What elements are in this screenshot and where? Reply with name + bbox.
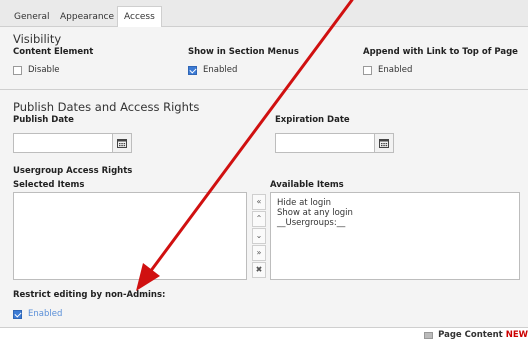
tab-bar: General Appearance Access [0, 0, 528, 28]
disable-checkbox-label: Disable [28, 65, 60, 75]
page-content-footer[interactable]: Page Content NEW [424, 330, 528, 340]
append-link-checkbox-label: Enabled [378, 65, 413, 75]
publish-title: Publish Dates and Access Rights [13, 100, 200, 114]
usergroup-title: Usergroup Access Rights [13, 166, 133, 176]
restrict-editing-checkbox[interactable] [13, 309, 22, 319]
restrict-editing-checkbox-label: Enabled [28, 309, 63, 319]
available-item[interactable]: Hide at login [271, 198, 519, 208]
selected-items-label: Selected Items [13, 180, 85, 190]
disable-checkbox-row[interactable]: Disable [13, 65, 60, 75]
show-in-menus-checkbox[interactable] [188, 65, 197, 75]
expiration-date-label: Expiration Date [275, 115, 350, 125]
tab-general[interactable]: General [8, 7, 55, 27]
available-items-label: Available Items [270, 180, 344, 190]
publish-date-calendar-button[interactable] [112, 133, 132, 153]
page-content-icon [424, 331, 434, 339]
remove-button[interactable]: ✖ [252, 262, 266, 278]
show-in-menus-label: Show in Section Menus [188, 47, 299, 57]
move-top-icon: « [256, 197, 262, 206]
available-item[interactable]: __Usergroups:__ [271, 218, 519, 228]
move-bottom-icon: » [256, 248, 262, 257]
remove-icon: ✖ [255, 265, 263, 274]
content-element-label: Content Element [13, 47, 94, 57]
move-top-button[interactable]: « [252, 194, 266, 210]
publish-access-panel: Publish Dates and Access Rights Publish … [0, 90, 528, 328]
calendar-icon [379, 139, 389, 148]
publish-date-label: Publish Date [13, 115, 74, 125]
show-in-menus-checkbox-label: Enabled [203, 65, 238, 75]
tab-appearance[interactable]: Appearance [54, 7, 120, 27]
calendar-icon [117, 139, 127, 148]
available-item[interactable]: Show at any login [271, 208, 519, 218]
available-items-list[interactable]: Hide at login Show at any login __Usergr… [270, 192, 520, 280]
new-badge: NEW [505, 330, 528, 340]
restrict-editing-label: Restrict editing by non-Admins: [13, 290, 166, 300]
move-bottom-button[interactable]: » [252, 245, 266, 261]
move-up-icon: ⌃ [255, 214, 263, 223]
selected-items-list[interactable] [13, 192, 247, 280]
show-in-menus-checkbox-row[interactable]: Enabled [188, 65, 237, 75]
tab-access[interactable]: Access [117, 6, 162, 28]
visibility-panel: Visibility Content Element Show in Secti… [0, 27, 528, 90]
expiration-date-calendar-button[interactable] [374, 133, 394, 153]
publish-date-input[interactable] [13, 133, 113, 153]
move-down-button[interactable]: ⌄ [252, 228, 266, 244]
move-up-button[interactable]: ⌃ [252, 211, 266, 227]
move-down-icon: ⌄ [255, 231, 263, 240]
disable-checkbox[interactable] [13, 65, 22, 75]
page-content-label: Page Content [438, 330, 503, 340]
append-link-label: Append with Link to Top of Page [363, 47, 518, 57]
visibility-title: Visibility [13, 32, 62, 46]
expiration-date-input[interactable] [275, 133, 375, 153]
append-link-checkbox-row[interactable]: Enabled [363, 65, 412, 75]
append-link-checkbox[interactable] [363, 65, 372, 75]
restrict-editing-checkbox-row[interactable]: Enabled [13, 309, 62, 319]
